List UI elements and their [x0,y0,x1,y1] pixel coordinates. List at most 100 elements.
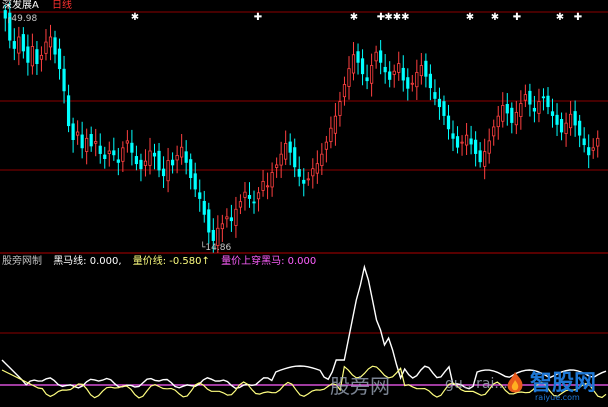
candle-body [442,101,446,116]
indicator-volume-price: 量价线: -0.580↑ [132,256,210,267]
candle-body [324,141,328,150]
candle-body [220,223,224,230]
candle-body [351,54,356,74]
candle-body [537,101,541,114]
candle-body [483,151,487,167]
candle-body [229,217,233,222]
candle-body [410,82,414,85]
candle-body [180,146,184,158]
candle-body [315,163,319,174]
candle-body [243,191,247,198]
candle-body [455,136,460,148]
candle-body [478,150,482,163]
candle-body [148,150,152,166]
candle-body [320,153,324,166]
candle-body [80,134,84,149]
signal-mark: ✱ [491,12,499,23]
candle-body [555,114,559,125]
candle-body [107,150,111,155]
candle-body [98,145,102,154]
signal-mark: ✚ [513,12,521,23]
candle-body [365,77,369,82]
candle-body [247,195,252,199]
indicator-header: 股旁网制 黑马线: 0.000, 量价线: -0.580↑ 量价上穿黑马: 0.… [2,256,324,268]
candle-body [112,150,116,156]
watermark-url: gu.. rai... [445,376,508,392]
candle-body [446,115,451,130]
stock-chart[interactable]: ✱ ✚ ✱ ✚ ✱✱✱ ✱ ✱ ✚ ✱ ✚ [0,0,608,407]
candle-body [225,216,229,220]
candle-body [460,141,464,144]
candle-body [514,111,518,126]
candle-body [302,179,306,184]
indicator-black-horse: 黑马线: 0.000, [53,256,122,267]
candle-body [487,140,491,154]
candle-body [189,159,193,179]
candle-body [419,65,423,77]
candle-body [89,134,93,147]
candle-body [451,133,455,139]
candle-body [184,151,188,163]
signal-mark: ✱ [350,12,358,23]
candle-body [171,159,175,166]
candle-body [293,147,297,168]
candle-body [559,119,564,133]
period-label[interactable]: 日线 [52,0,72,12]
candle-body [76,131,80,136]
candle-body [505,103,509,114]
watermark-logo-sub: raiyue.com [535,393,580,402]
candle-body [433,92,437,99]
candle-body [401,67,405,81]
candle-body [523,94,527,101]
candle-body [193,173,197,190]
candle-body [279,153,283,166]
candle-body [379,50,383,63]
candle-body [62,68,66,92]
candle-body [392,70,396,75]
candle-body [464,134,469,146]
candle-body [532,107,537,112]
candle-body [175,155,179,161]
candle-body [501,105,505,122]
candle-body [582,138,586,146]
candle-body [166,160,170,182]
candle-body [519,103,523,117]
candle-body [311,168,315,177]
candle-body [275,164,279,168]
candle-body [492,126,496,137]
candle-body [48,36,53,48]
signal-mark: ✚ [574,12,582,23]
candle-body [57,48,62,70]
candle-body [130,142,134,153]
candle-body [30,46,34,67]
candle-body [342,84,347,98]
candle-body [424,60,428,77]
candle-body [12,41,16,49]
candle-body [388,71,392,80]
candle-body [333,115,338,134]
candle-body [469,138,473,145]
candle-body [347,68,351,87]
flame-logo-icon [507,372,523,393]
candle-body [360,58,365,75]
candle-body [550,111,555,116]
candle-body [383,66,387,73]
candle-body [288,141,292,153]
candle-body [591,147,595,151]
high-price-label: ┌49.98 [6,14,38,24]
candle-body [207,209,211,233]
candle-body [21,34,25,52]
candle-body [510,107,514,123]
candle-body [238,201,243,208]
candle-body [139,159,143,170]
candle-body [134,156,139,165]
candle-body [329,127,333,142]
candle-body [261,180,265,191]
candlesticks [3,1,600,253]
candle-body [39,54,44,60]
candle-body [35,49,39,64]
signal-mark: ✱ [131,12,139,23]
candle-body [85,137,89,152]
candle-body [152,152,157,157]
low-price-label: └14.86 [200,243,232,253]
